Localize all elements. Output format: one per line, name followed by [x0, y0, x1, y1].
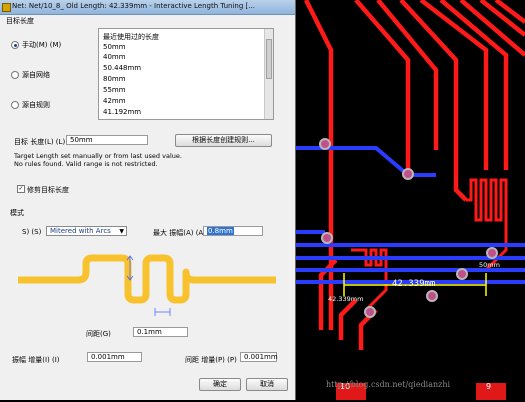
keep-target-label: 修剪目标长度 — [27, 186, 69, 194]
chevron-down-icon: ▼ — [119, 228, 124, 235]
amplitude-increment-label: 振幅 增量(I) (I) — [12, 356, 60, 364]
info-line-2: No rules found. Valid range is not restr… — [14, 160, 158, 168]
target-length-label: 目标 长度(L) (L) — [14, 138, 66, 146]
watermark-text: http://blog.csdn.net/qiedianzhi — [326, 380, 451, 389]
list-item[interactable]: 42mm — [103, 97, 126, 105]
recent-lengths-header: 最近使用过的长度 — [103, 33, 159, 41]
list-item[interactable]: 55mm — [103, 86, 126, 94]
info-line-1: Target Length set manually or from last … — [14, 152, 182, 160]
style-select-value: Mitered with Arcs — [50, 227, 111, 235]
pad-number-9: 9 — [486, 382, 492, 391]
radio-from-rule-label: 源自规则 — [22, 101, 50, 109]
list-item[interactable]: 80mm — [103, 75, 126, 83]
list-item[interactable]: 41.192mm — [103, 108, 141, 116]
cancel-button[interactable]: 取消 — [246, 378, 288, 391]
app-icon — [2, 3, 11, 12]
gap-increment-input[interactable]: 0.001mm — [240, 352, 278, 362]
max-amplitude-label: 最大 振幅(A) (A) — [153, 229, 206, 237]
amplitude-increment-input[interactable]: 0.001mm — [87, 352, 142, 362]
pcb-canvas[interactable]: 42.339mm 50mm 42.339mm 10 9 http://blog.… — [296, 0, 525, 400]
gap-label: 间距(G) — [86, 330, 111, 338]
list-scrollbar[interactable] — [264, 29, 273, 119]
style-label: S) (S) — [22, 228, 42, 236]
max-amplitude-value: 0.8mm — [207, 227, 234, 235]
target-length-group-title: 目标长度 — [6, 17, 34, 25]
target-length-input[interactable]: 50mm — [66, 135, 148, 145]
accordion-preview-diagram — [18, 254, 276, 316]
max-amplitude-input[interactable]: 0.8mm — [203, 226, 263, 236]
recent-lengths-list[interactable]: 最近使用过的长度 50mm 40mm 50.448mm 80mm 55mm 42… — [98, 28, 274, 120]
list-item[interactable]: 50.448mm — [103, 64, 141, 72]
pattern-group-title: 模式 — [10, 209, 24, 217]
radio-from-rule[interactable] — [11, 101, 19, 109]
pcb-label-old-length: 42.339mm — [328, 295, 364, 303]
length-tuning-dialog: Net: Net/10_8_ Old Length: 42.339mm - In… — [0, 0, 296, 400]
list-item[interactable]: 40mm — [103, 53, 126, 61]
radio-manual-label: 手动(M) (M) — [22, 41, 62, 49]
style-select[interactable]: Mitered with Arcs ▼ — [46, 226, 127, 236]
ok-button[interactable]: 确定 — [199, 378, 241, 391]
radio-from-net-label: 源自网络 — [22, 71, 50, 79]
keep-target-checkbox[interactable]: ✓ — [17, 185, 25, 193]
gap-increment-label: 间距 增量(P) (P) — [185, 356, 237, 364]
pcb-label-50mm: 50mm — [479, 261, 500, 269]
title-bar: Net: Net/10_8_ Old Length: 42.339mm - In… — [0, 0, 295, 15]
scrollbar-thumb[interactable] — [266, 39, 272, 79]
pcb-length-label: 42.339mm — [392, 279, 436, 289]
gap-input[interactable]: 0.1mm — [133, 327, 188, 337]
pcb-traces — [296, 0, 525, 400]
radio-manual[interactable] — [11, 41, 19, 49]
radio-from-net[interactable] — [11, 71, 19, 79]
list-item[interactable]: 50mm — [103, 43, 126, 51]
create-rule-button[interactable]: 根据长度创建规则... — [175, 134, 272, 147]
window-title: Net: Net/10_8_ Old Length: 42.339mm - In… — [12, 2, 255, 10]
